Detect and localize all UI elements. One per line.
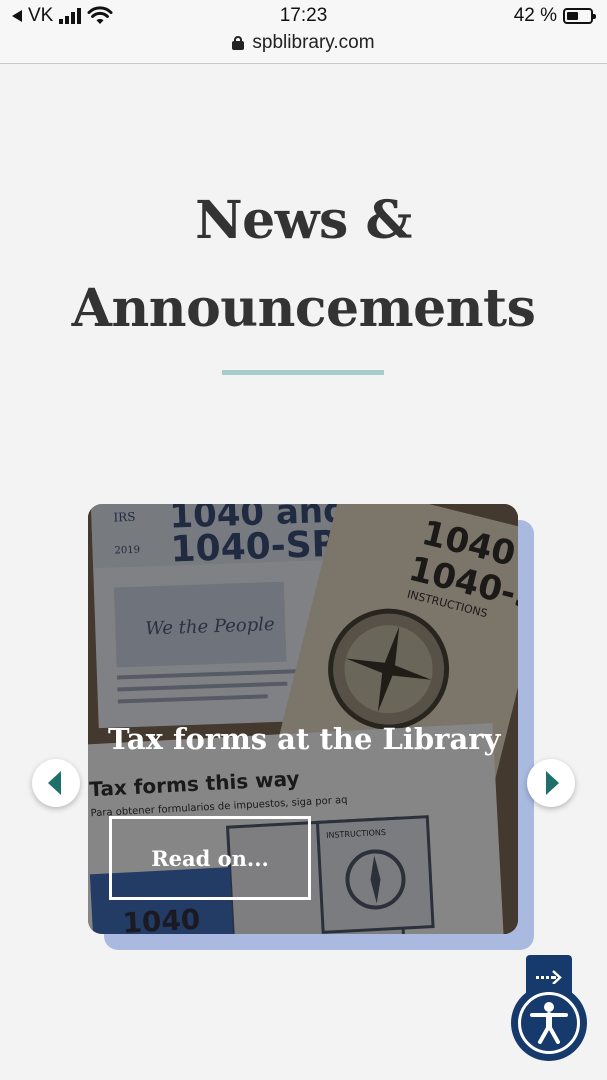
chevron-right-icon: [546, 771, 559, 795]
battery-icon: [563, 8, 596, 24]
dotted-arrow-right-icon: [536, 970, 562, 984]
news-slide[interactable]: IRS 2019 1040 and 1040-SR We the People …: [88, 504, 518, 934]
battery-fill: [567, 12, 578, 20]
lock-icon: [232, 36, 245, 50]
status-right: 42 %: [513, 5, 596, 27]
accessibility-ring: [518, 992, 580, 1054]
carousel-next-button[interactable]: [527, 759, 575, 807]
title-underline: [222, 370, 384, 375]
url-text[interactable]: spblibrary.com: [252, 32, 374, 54]
accessibility-person-icon: [530, 1002, 568, 1044]
address-bar[interactable]: spblibrary.com: [0, 32, 607, 54]
chevron-left-icon: [48, 771, 61, 795]
read-on-button[interactable]: Read on...: [109, 816, 311, 900]
slide-title: Tax forms at the Library: [108, 722, 501, 756]
battery-percent: 42 %: [513, 5, 557, 26]
section-title-line2: Announcements: [71, 278, 536, 339]
section-title-line1: News &: [195, 190, 412, 251]
status-bar: VK 17:23 42 % spblibrary.com: [0, 0, 607, 64]
carousel-prev-button[interactable]: [32, 759, 80, 807]
accessibility-button[interactable]: [511, 985, 587, 1061]
